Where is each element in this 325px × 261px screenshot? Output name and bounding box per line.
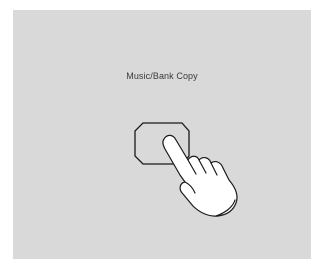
pointing-hand-icon [162, 134, 238, 217]
illustration [134, 122, 238, 217]
instruction-panel: Music/Bank Copy [13, 10, 311, 259]
